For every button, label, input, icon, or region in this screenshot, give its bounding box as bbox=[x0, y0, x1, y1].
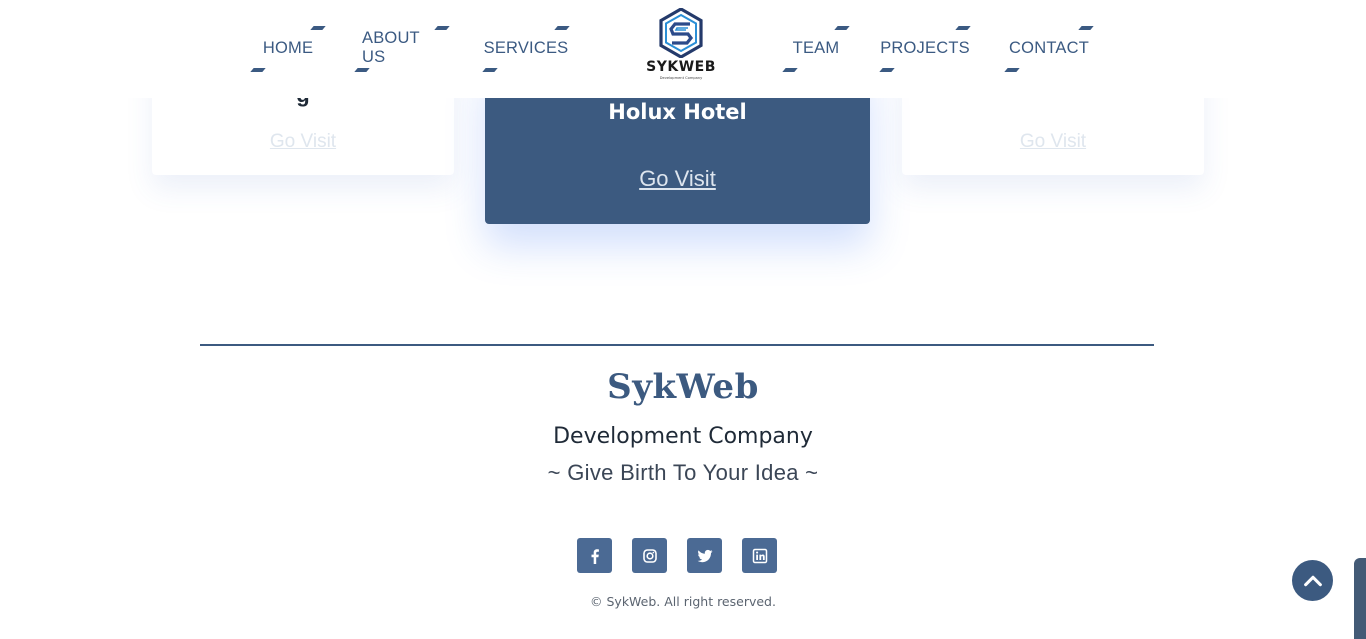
nav-decoration bbox=[434, 26, 450, 30]
nav-decoration bbox=[250, 68, 266, 72]
nav-decoration bbox=[879, 68, 895, 72]
twitter-button[interactable] bbox=[687, 538, 722, 573]
nav-services[interactable]: SERVICES bbox=[482, 26, 570, 72]
project-card-title: Holux Hotel bbox=[608, 100, 747, 124]
go-visit-link[interactable]: Go Visit bbox=[485, 166, 870, 192]
footer-subtitle: Development Company bbox=[553, 424, 813, 449]
nav-team[interactable]: TEAM bbox=[782, 26, 850, 72]
nav-home[interactable]: HOME bbox=[250, 26, 326, 72]
nav-decoration bbox=[834, 26, 850, 30]
nav-projects[interactable]: PROJECTS bbox=[879, 26, 971, 72]
nav-contact-label: CONTACT bbox=[1009, 38, 1089, 57]
nav-home-label: HOME bbox=[262, 38, 314, 57]
facebook-icon bbox=[591, 548, 599, 564]
go-visit-link[interactable]: Go Visit bbox=[902, 131, 1204, 153]
instagram-button[interactable] bbox=[632, 538, 667, 573]
go-visit-link[interactable]: Go Visit bbox=[152, 131, 454, 153]
nav-decoration bbox=[310, 26, 326, 30]
nav-decoration bbox=[482, 68, 498, 72]
linkedin-icon bbox=[752, 548, 767, 563]
footer-brand: SykWeb bbox=[607, 367, 759, 407]
site-logo[interactable]: SYKWEB Development Company bbox=[641, 8, 721, 82]
nav-about-us[interactable]: ABOUT US bbox=[354, 26, 450, 72]
scroll-to-top-button[interactable] bbox=[1292, 560, 1333, 601]
nav-contact[interactable]: CONTACT bbox=[1004, 26, 1094, 72]
facebook-button[interactable] bbox=[577, 538, 612, 573]
nav-decoration bbox=[1004, 68, 1020, 72]
nav-decoration bbox=[782, 68, 798, 72]
sykweb-logo-icon bbox=[659, 8, 703, 58]
linkedin-button[interactable] bbox=[742, 538, 777, 573]
nav-services-label: SERVICES bbox=[483, 38, 569, 57]
copyright-text: © SykWeb. All right reserved. bbox=[590, 594, 776, 609]
nav-about-us-label: ABOUT US bbox=[362, 29, 420, 66]
nav-decoration bbox=[354, 68, 370, 72]
nav-decoration bbox=[955, 26, 971, 30]
nav-projects-label: PROJECTS bbox=[880, 38, 970, 57]
site-header: HOME ABOUT US SERVICES SYKWEB Developmen… bbox=[0, 0, 1366, 98]
twitter-icon bbox=[697, 549, 712, 562]
instagram-icon bbox=[642, 548, 657, 563]
footer-tagline: ~ Give Birth To Your Idea ~ bbox=[547, 460, 819, 485]
scrollbar-thumb[interactable] bbox=[1354, 558, 1366, 639]
logo-name: SYKWEB bbox=[646, 59, 716, 75]
logo-subtitle: Development Company bbox=[659, 76, 703, 80]
nav-decoration bbox=[1078, 26, 1094, 30]
nav-decoration bbox=[554, 26, 570, 30]
footer-divider bbox=[200, 344, 1154, 346]
chevron-up-icon bbox=[1303, 575, 1322, 586]
nav-team-label: TEAM bbox=[792, 38, 840, 57]
